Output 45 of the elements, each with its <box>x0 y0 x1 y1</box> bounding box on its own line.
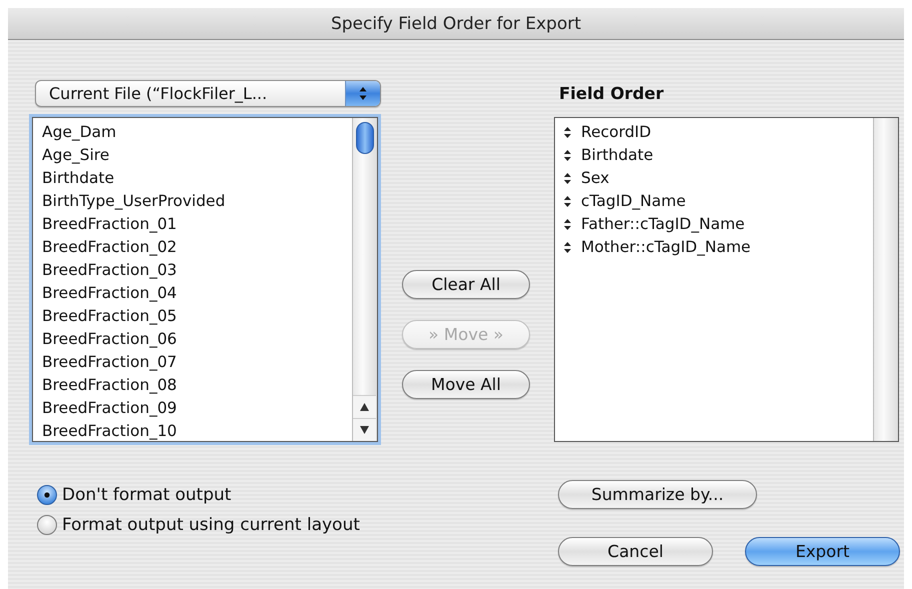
scroll-down-icon[interactable] <box>353 418 376 441</box>
reorder-arrows-icon[interactable] <box>564 127 571 138</box>
popup-arrows-icon <box>345 81 380 106</box>
radio-label: Don't format output <box>62 485 232 505</box>
field-item[interactable]: BreedFraction_07 <box>42 351 352 374</box>
field-item[interactable]: BreedFraction_01 <box>42 213 352 236</box>
dialog-button[interactable]: Cancel <box>558 537 713 566</box>
available-fields-list[interactable] <box>32 117 378 442</box>
field-item[interactable]: BreedFraction_04 <box>42 282 352 305</box>
field-item[interactable]: cTagID_Name <box>581 190 686 213</box>
source-popup[interactable]: Current File (“FlockFiler_L... <box>35 80 381 107</box>
scrollbar[interactable] <box>352 118 377 441</box>
field-item[interactable]: Father::cTagID_Name <box>581 213 745 236</box>
radio-button[interactable] <box>36 484 58 506</box>
scroll-up-icon[interactable] <box>353 395 376 418</box>
summarize-button[interactable]: Summarize by... <box>558 480 757 509</box>
field-item[interactable]: BreedFraction_02 <box>42 236 352 259</box>
field-item[interactable]: BreedFraction_08 <box>42 374 352 397</box>
field-item[interactable]: Mother::cTagID_Name <box>581 236 751 259</box>
move-button[interactable]: Clear All <box>402 270 530 299</box>
field-item[interactable]: BreedFraction_09 <box>42 397 352 420</box>
field-order-heading: Field Order <box>559 84 665 105</box>
reorder-arrows-icon[interactable] <box>564 219 571 230</box>
field-item[interactable]: Birthdate <box>42 167 352 190</box>
field-item[interactable]: Sex <box>581 167 610 190</box>
field-item[interactable]: Birthdate <box>581 144 654 167</box>
reorder-arrows-icon[interactable] <box>564 242 571 253</box>
dialog-button[interactable]: Export <box>745 537 900 566</box>
field-item[interactable]: BreedFraction_05 <box>42 305 352 328</box>
field-item[interactable]: BreedFraction_06 <box>42 328 352 351</box>
move-button[interactable]: Move All <box>402 370 530 399</box>
reorder-arrows-icon[interactable] <box>564 173 571 184</box>
field-item[interactable]: Age_Sire <box>42 144 352 167</box>
field-item[interactable]: BreedFraction_10 <box>42 420 352 441</box>
field-order-list[interactable]: RecordID Birthdate Sex cTagID_Name Father::cTagID_Name Mother::cTagID_Name <box>554 117 899 442</box>
reorder-arrows-icon[interactable] <box>564 196 571 207</box>
field-item[interactable]: RecordID <box>581 121 652 144</box>
field-item[interactable]: BirthType_UserProvided <box>42 190 352 213</box>
radio-button[interactable] <box>36 514 58 536</box>
window-title: Specify Field Order for Export <box>330 14 582 34</box>
radio-label: Format output using current layout <box>62 515 360 535</box>
field-item[interactable]: BreedFraction_03 <box>42 259 352 282</box>
scroll-thumb[interactable] <box>356 122 374 154</box>
reorder-arrows-icon[interactable] <box>564 150 571 161</box>
field-item[interactable]: Age_Dam <box>42 121 352 144</box>
